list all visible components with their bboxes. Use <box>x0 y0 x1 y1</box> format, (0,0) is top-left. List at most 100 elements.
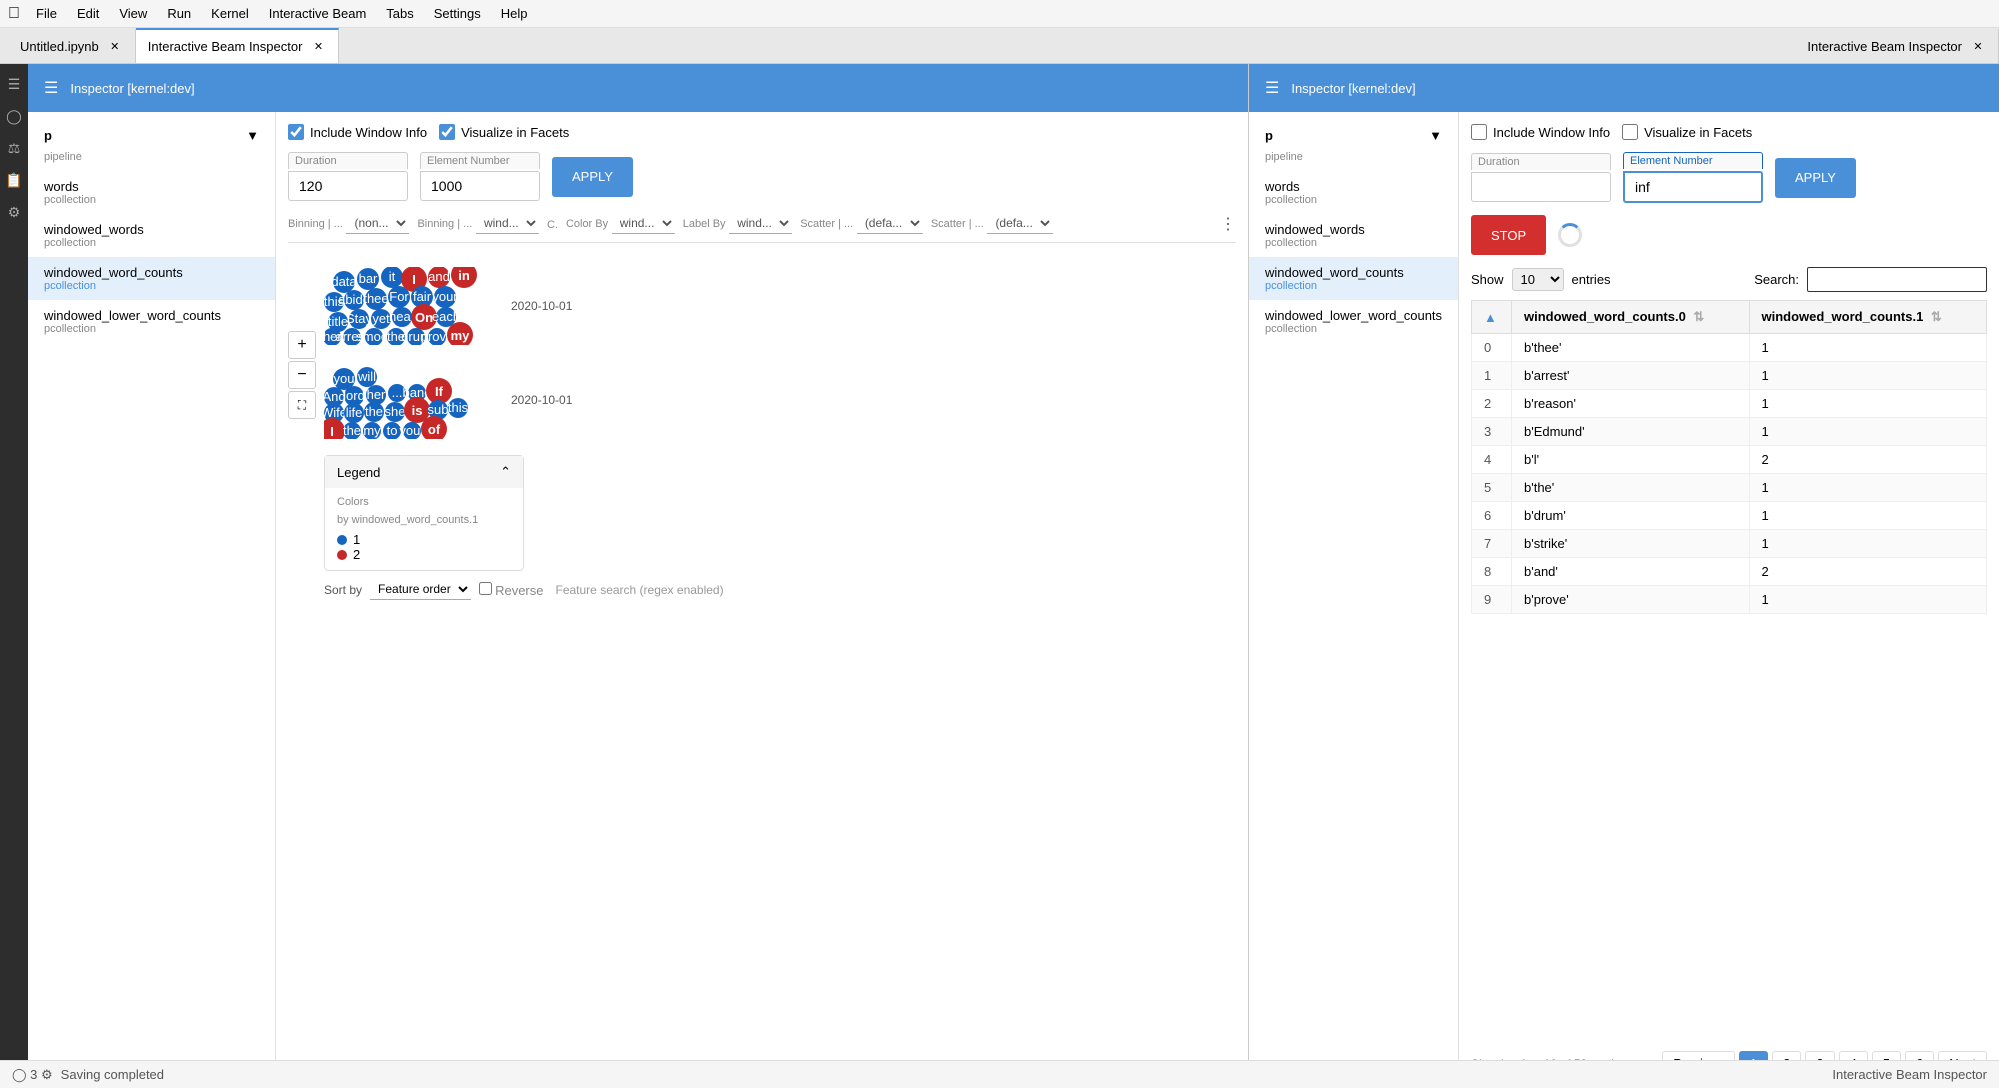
col1-header[interactable]: windowed_word_counts.0 ⇅ <box>1512 301 1750 334</box>
left-scatter2-select[interactable]: (defa... <box>987 213 1053 234</box>
row-col1: b'Edmund' <box>1512 418 1750 446</box>
right-visualize-in-facets-label[interactable]: Visualize in Facets <box>1622 124 1752 140</box>
left-visualize-in-facets-checkbox[interactable] <box>439 124 455 140</box>
svg-text:Stay: Stay <box>346 311 373 326</box>
right-hamburger-icon[interactable]: ☰ <box>1265 78 1279 98</box>
left-pipeline-name: p <box>44 128 52 143</box>
left-element-number-group: Element Number <box>420 152 540 201</box>
left-more-icon[interactable]: ⋮ <box>1220 214 1236 234</box>
left-item-windowed-lower-word-counts[interactable]: windowed_lower_word_counts pcollection <box>28 300 275 343</box>
svg-text:Wife: Wife <box>324 405 347 420</box>
right-item-windowed-lower-word-counts[interactable]: windowed_lower_word_counts pcollection <box>1249 300 1458 343</box>
menu-tabs[interactable]: Tabs <box>378 4 421 23</box>
col2-sort-icon[interactable]: ⇅ <box>1931 309 1942 324</box>
sort-select[interactable]: Feature order <box>370 579 471 600</box>
reverse-checkbox[interactable] <box>479 582 492 595</box>
col1-sort-icon[interactable]: ⇅ <box>1693 309 1704 324</box>
sidebar-icon-4[interactable]: 📋 <box>2 168 26 192</box>
tab-inspector-left-close[interactable]: ✕ <box>310 39 326 55</box>
menu-kernel[interactable]: Kernel <box>203 4 257 23</box>
left-binning1-select[interactable]: (non... <box>346 213 409 234</box>
data-table: ▲ windowed_word_counts.0 ⇅ windowed_word… <box>1471 300 1987 614</box>
left-hamburger-icon[interactable]: ☰ <box>44 78 58 98</box>
right-duration-input[interactable] <box>1471 172 1611 202</box>
right-include-window-info-label[interactable]: Include Window Info <box>1471 124 1610 140</box>
left-apply-button[interactable]: APPLY <box>552 157 633 197</box>
menu-settings[interactable]: Settings <box>426 4 489 23</box>
left-label-by-select[interactable]: wind... <box>729 213 792 234</box>
left-scatter1-select[interactable]: (defa... <box>857 213 923 234</box>
left-item-windowed-words[interactable]: windowed_words pcollection <box>28 214 275 257</box>
svg-text:yet: yet <box>372 311 390 326</box>
stop-button[interactable]: STOP <box>1471 215 1546 255</box>
right-item-windowed-words[interactable]: windowed_words pcollection <box>1249 214 1458 257</box>
left-viz-canvas: + − ⛶ data bar it <box>288 251 1236 1076</box>
right-element-number-input[interactable] <box>1623 171 1763 203</box>
tab-inspector-right[interactable]: Interactive Beam Inspector ✕ <box>1795 28 1999 63</box>
svg-text:of: of <box>428 422 441 437</box>
menu-interactive-beam[interactable]: Interactive Beam <box>261 4 375 23</box>
zoom-out-button[interactable]: − <box>288 361 316 389</box>
right-pipeline-chevron[interactable]: ▼ <box>1429 128 1442 143</box>
svg-text:sub: sub <box>428 402 449 417</box>
tab-untitled-close[interactable]: ✕ <box>107 39 123 55</box>
col-index-header[interactable]: ▲ <box>1472 301 1512 334</box>
zoom-fit-button[interactable]: ⛶ <box>288 391 316 419</box>
left-pipeline-chevron[interactable]: ▼ <box>246 128 259 143</box>
row-index: 0 <box>1472 334 1512 362</box>
table-row: 6 b'drum' 1 <box>1472 502 1987 530</box>
menu-file[interactable]: File <box>28 4 65 23</box>
left-duration-input[interactable] <box>288 171 408 201</box>
right-item-words[interactable]: words pcollection <box>1249 171 1458 214</box>
left-visualize-in-facets-label[interactable]: Visualize in Facets <box>439 124 569 140</box>
menu-edit[interactable]: Edit <box>69 4 107 23</box>
right-visualize-in-facets-checkbox[interactable] <box>1622 124 1638 140</box>
legend-box: Legend ⌃ Colors by windowed_word_counts.… <box>324 455 524 571</box>
right-header-title: Inspector [kernel:dev] <box>1291 81 1415 96</box>
left-include-window-info-checkbox[interactable] <box>288 124 304 140</box>
left-scatter2-label: Scatter | ... <box>931 218 984 230</box>
left-include-window-info-label[interactable]: Include Window Info <box>288 124 427 140</box>
search-input[interactable] <box>1807 267 1987 292</box>
row-col2: 2 <box>1749 558 1987 586</box>
left-element-number-input[interactable] <box>420 171 540 201</box>
right-apply-button[interactable]: APPLY <box>1775 158 1856 198</box>
svg-text:is: is <box>412 403 423 418</box>
tabbar: Untitled.ipynb ✕ Interactive Beam Inspec… <box>0 28 1999 64</box>
left-item-words[interactable]: words pcollection <box>28 171 275 214</box>
sidebar-icon-2[interactable]: ◯ <box>2 104 26 128</box>
right-item-windowed-word-counts[interactable]: windowed_word_counts pcollection <box>1249 257 1458 300</box>
legend-by: by windowed_word_counts.1 <box>337 514 511 526</box>
left-binning2-select[interactable]: wind... <box>476 213 539 234</box>
left-item-windowed-word-counts[interactable]: windowed_word_counts pcollection <box>28 257 275 300</box>
col2-header[interactable]: windowed_word_counts.1 ⇅ <box>1749 301 1987 334</box>
table-row: 9 b'prove' 1 <box>1472 586 1987 614</box>
legend-header[interactable]: Legend ⌃ <box>325 456 523 488</box>
left-fields-row: Duration Element Number APPLY <box>288 152 1236 201</box>
tab-untitled[interactable]: Untitled.ipynb ✕ <box>8 28 136 63</box>
sidebar-icon-1[interactable]: ☰ <box>2 72 26 96</box>
tab-untitled-label: Untitled.ipynb <box>20 39 99 54</box>
sidebar-icon-5[interactable]: ⚙ <box>2 200 26 224</box>
table-controls: Show 10 25 50 100 entries Search: <box>1471 267 1987 292</box>
left-pipeline-selector[interactable]: p ▼ <box>28 120 275 151</box>
sidebar-icon-3[interactable]: ⚖ <box>2 136 26 160</box>
panels-container: ☰ Inspector [kernel:dev] p ▼ pipeline wo… <box>28 64 1999 1088</box>
entries-select[interactable]: 10 25 50 100 <box>1512 268 1564 291</box>
menu-help[interactable]: Help <box>493 4 536 23</box>
tab-inspector-right-close[interactable]: ✕ <box>1970 39 1986 55</box>
menu-run[interactable]: Run <box>159 4 199 23</box>
apple-icon:  <box>8 5 20 23</box>
reverse-label: Reverse <box>495 583 543 598</box>
row-col2: 1 <box>1749 362 1987 390</box>
menu-view[interactable]: View <box>111 4 155 23</box>
row-index: 5 <box>1472 474 1512 502</box>
legend-collapse-icon[interactable]: ⌃ <box>500 464 511 480</box>
right-include-window-info-checkbox[interactable] <box>1471 124 1487 140</box>
left-color-by-label: Color By <box>566 218 608 230</box>
zoom-in-button[interactable]: + <box>288 331 316 359</box>
tab-inspector-left[interactable]: Interactive Beam Inspector ✕ <box>136 28 340 63</box>
row-index: 6 <box>1472 502 1512 530</box>
left-color-by-select[interactable]: wind... <box>612 213 675 234</box>
right-pipeline-selector[interactable]: p ▼ <box>1249 120 1458 151</box>
